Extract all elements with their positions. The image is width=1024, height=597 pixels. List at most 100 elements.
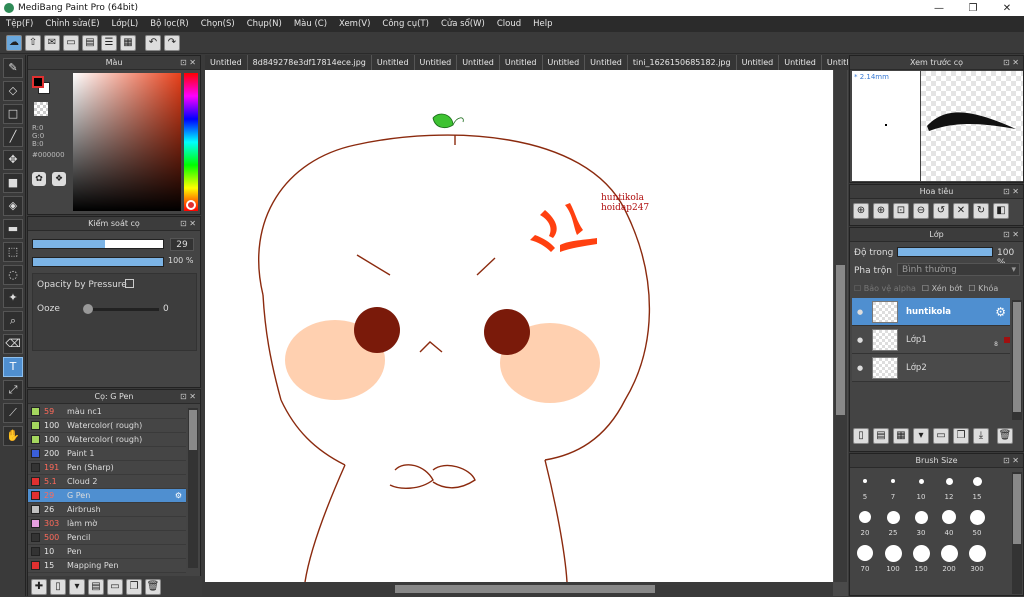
- delete-layer-icon[interactable]: 🗑: [997, 428, 1013, 444]
- brush-list-scrollbar[interactable]: [188, 408, 198, 568]
- select-rect-tool-icon[interactable]: ⬚: [3, 242, 23, 262]
- zoom-out-icon[interactable]: ⊖: [913, 203, 929, 219]
- opacity-pressure-checkbox[interactable]: [125, 279, 134, 288]
- import-brush-icon[interactable]: ▾: [69, 579, 85, 595]
- document-icon[interactable]: ▤: [82, 34, 98, 51]
- brush-size-dot[interactable]: [859, 511, 871, 523]
- canvas-vertical-scrollbar[interactable]: [834, 70, 847, 582]
- menu-file[interactable]: Tệp(F): [0, 19, 39, 29]
- reset-view-icon[interactable]: ✕: [953, 203, 969, 219]
- brush-folder-icon[interactable]: ▭: [107, 579, 123, 595]
- rotate-left-icon[interactable]: ↺: [933, 203, 949, 219]
- magic-wand-tool-icon[interactable]: ✦: [3, 288, 23, 308]
- saturation-value-picker[interactable]: [73, 73, 181, 211]
- maximize-button[interactable]: ❐: [956, 3, 990, 14]
- brush-size-dot[interactable]: [945, 477, 953, 485]
- brush-list-item[interactable]: 59 màu nc1: [28, 405, 186, 419]
- panel-options-icon[interactable]: ⊡ ✕: [180, 56, 196, 70]
- brush-size-dot[interactable]: [863, 479, 867, 483]
- color-history-icon[interactable]: ❖: [52, 172, 66, 186]
- hue-slider-handle[interactable]: [186, 200, 196, 210]
- close-button[interactable]: ✕: [990, 3, 1024, 14]
- lock-checkbox[interactable]: ☐ Khóa: [968, 284, 998, 293]
- brush-size-dot[interactable]: [968, 544, 986, 562]
- brush-size-slider[interactable]: [32, 239, 164, 249]
- hand-tool-icon[interactable]: ✋: [3, 426, 23, 446]
- document-tab[interactable]: Untitled: [414, 55, 458, 70]
- canvas-horizontal-scrollbar[interactable]: [205, 582, 833, 596]
- undo-icon[interactable]: ↶: [145, 34, 161, 51]
- select-eraser-tool-icon[interactable]: ⌫: [3, 334, 23, 354]
- layer-scrollbar[interactable]: [1012, 300, 1022, 420]
- brush-size-dot[interactable]: [969, 509, 985, 525]
- brush-list-scroll-thumb[interactable]: [189, 410, 197, 450]
- comment-icon[interactable]: ✉: [44, 34, 60, 51]
- brush-list-item[interactable]: 100 Watercolor( rough): [28, 433, 186, 447]
- panel-options-icon[interactable]: ⊡ ✕: [1003, 454, 1019, 468]
- menu-color[interactable]: Màu (C): [288, 19, 333, 29]
- document-tab[interactable]: 8d849278e3df17814ece.jpg: [247, 55, 372, 70]
- menu-window[interactable]: Cửa sổ(W): [435, 19, 491, 29]
- layer-settings-icon[interactable]: ⚙: [995, 305, 1006, 319]
- document-tab[interactable]: Untitled: [779, 55, 822, 70]
- clipping-checkbox[interactable]: ☐ Xén bớt: [922, 284, 962, 293]
- layer-row[interactable]: ● huntikola ⚙: [852, 298, 1010, 326]
- document-tab[interactable]: Untitled: [585, 55, 628, 70]
- brush-size-dot[interactable]: [972, 476, 982, 486]
- eye-icon[interactable]: ●: [852, 364, 868, 372]
- blend-mode-select[interactable]: Bình thường ▾: [897, 263, 1020, 276]
- add-brush-icon[interactable]: ✚: [31, 579, 47, 595]
- minimize-button[interactable]: —: [922, 3, 956, 14]
- brush-size-dot[interactable]: [857, 545, 873, 561]
- line-tool-icon[interactable]: ╱: [3, 127, 23, 147]
- brush-size-dot[interactable]: [942, 510, 956, 524]
- brush-opacity-slider[interactable]: [32, 257, 164, 267]
- rectangle-tool-icon[interactable]: □: [3, 104, 23, 124]
- menu-capture[interactable]: Chụp(N): [241, 19, 288, 29]
- brush-size-dot[interactable]: [886, 510, 900, 524]
- zoom-in-icon[interactable]: ⊕: [853, 203, 869, 219]
- brush-list-item[interactable]: 10 Pen: [28, 545, 186, 559]
- redo-icon[interactable]: ↷: [164, 34, 180, 51]
- merge-layer-icon[interactable]: ⤓: [973, 428, 989, 444]
- document-tab[interactable]: Untitled: [457, 55, 500, 70]
- brush-list-item[interactable]: 26 Airbrush: [28, 503, 186, 517]
- share-icon[interactable]: ⇧: [25, 34, 41, 51]
- delete-brush-icon[interactable]: 🗑: [145, 579, 161, 595]
- new-halftone-layer-icon[interactable]: ▤: [873, 428, 889, 444]
- duplicate-layer-icon[interactable]: ❐: [953, 428, 969, 444]
- gradient-tool-icon[interactable]: ▬: [3, 219, 23, 239]
- new-layer-icon[interactable]: ▯: [853, 428, 869, 444]
- zoom-icon[interactable]: ⊕: [873, 203, 889, 219]
- document-tab[interactable]: Untitled: [205, 55, 248, 70]
- eraser-tool-icon[interactable]: ◇: [3, 81, 23, 101]
- list-icon[interactable]: ☰: [101, 34, 117, 51]
- document-tab[interactable]: Untitled: [499, 55, 543, 70]
- ooze-slider[interactable]: [83, 308, 159, 311]
- brush-size-dot[interactable]: [891, 479, 895, 483]
- bucket-tool-icon[interactable]: ◈: [3, 196, 23, 216]
- panel-options-icon[interactable]: ⊡ ✕: [180, 390, 196, 404]
- eye-icon[interactable]: ●: [852, 336, 868, 344]
- lasso-tool-icon[interactable]: ◌: [3, 265, 23, 285]
- flip-icon[interactable]: ◧: [993, 203, 1009, 219]
- brush-size-scroll-thumb[interactable]: [1013, 474, 1021, 544]
- drawing-canvas[interactable]: huntikola hoidap247: [205, 70, 833, 583]
- new-8bit-layer-icon[interactable]: ▦: [893, 428, 909, 444]
- menu-filter[interactable]: Bộ lọc(R): [144, 19, 195, 29]
- panel-options-icon[interactable]: ⊡ ✕: [1003, 185, 1019, 199]
- document-tab[interactable]: Untitled: [371, 55, 415, 70]
- grid-icon[interactable]: ▦: [120, 34, 136, 51]
- brush-size-dot[interactable]: [884, 544, 902, 562]
- menu-layer[interactable]: Lớp(L): [106, 19, 145, 29]
- fill-rect-tool-icon[interactable]: ■: [3, 173, 23, 193]
- text-tool-icon[interactable]: T: [3, 357, 23, 377]
- pen-tool-icon[interactable]: ✎: [3, 58, 23, 78]
- cloud-icon[interactable]: ☁: [6, 34, 22, 51]
- move-tool-icon[interactable]: ✥: [3, 150, 23, 170]
- hue-slider[interactable]: [184, 73, 198, 211]
- brush-size-dot[interactable]: [912, 544, 930, 562]
- brush-list-item[interactable]: 191 Pen (Sharp): [28, 461, 186, 475]
- document-tab[interactable]: Untitled: [736, 55, 780, 70]
- operation-tool-icon[interactable]: ⤢: [3, 380, 23, 400]
